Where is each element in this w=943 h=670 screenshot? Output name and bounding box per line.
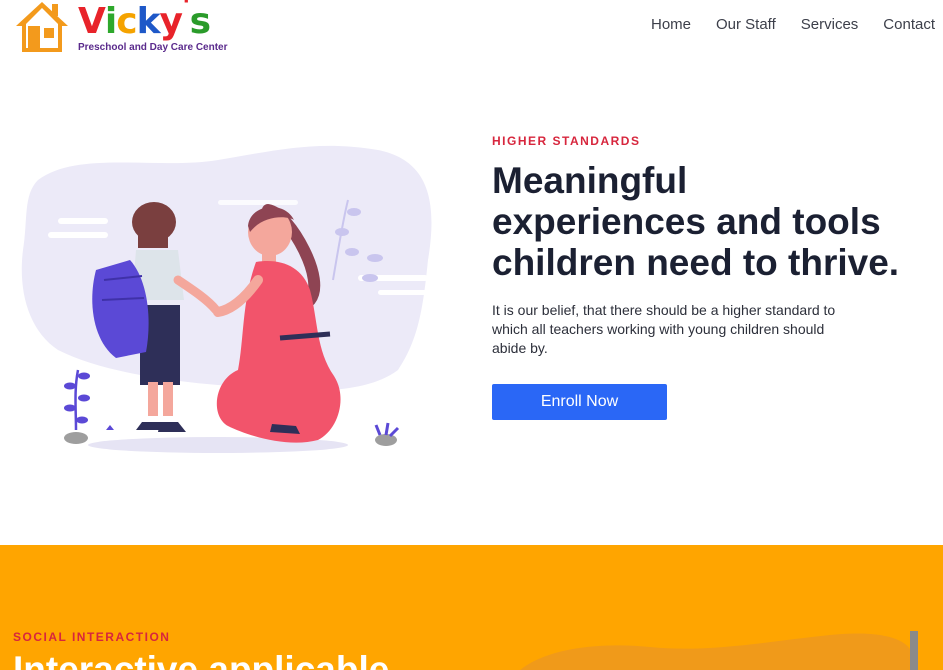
logo-letter: c bbox=[116, 1, 137, 42]
nav-home[interactable]: Home bbox=[651, 16, 691, 33]
section-illustration bbox=[520, 631, 918, 670]
site-header: Vicky's Preschool and Day Care Center Ho… bbox=[0, 0, 943, 60]
logo-letter: s bbox=[189, 1, 211, 42]
section-kicker: SOCIAL INTERACTION bbox=[13, 630, 171, 644]
nav-services[interactable]: Services bbox=[801, 16, 859, 33]
logo-letter: ' bbox=[181, 0, 191, 22]
logo-letter: V bbox=[78, 1, 106, 42]
nav-contact[interactable]: Contact bbox=[883, 16, 935, 33]
main-nav: Home Our Staff Services Contact bbox=[651, 16, 935, 33]
logo-letter: y bbox=[159, 1, 183, 42]
logo-subtitle: Preschool and Day Care Center bbox=[78, 42, 228, 53]
hero-description: It is our belief, that there should be a… bbox=[492, 302, 836, 356]
house-logo-icon bbox=[16, 2, 68, 52]
section-headline: Interactive applicable bbox=[13, 649, 390, 670]
headline-line: Meaningful bbox=[492, 160, 688, 201]
logo-letter: k bbox=[136, 1, 161, 42]
hero-kicker: HIGHER STANDARDS bbox=[492, 134, 641, 148]
enroll-now-button[interactable]: Enroll Now bbox=[492, 384, 667, 420]
headline-line: children need to thrive. bbox=[492, 242, 900, 283]
logo-letter: i bbox=[104, 1, 117, 42]
headline-line: experiences and tools bbox=[492, 201, 881, 242]
logo-wordmark: Vicky's bbox=[78, 0, 211, 42]
hero-illustration bbox=[21, 145, 432, 453]
logo-link[interactable]: Vicky's Preschool and Day Care Center bbox=[14, 0, 244, 56]
social-interaction-section: SOCIAL INTERACTION Interactive applicabl… bbox=[0, 545, 943, 670]
hero-headline: Meaningful experiences and tools childre… bbox=[492, 160, 932, 283]
nav-our-staff[interactable]: Our Staff bbox=[716, 16, 776, 33]
